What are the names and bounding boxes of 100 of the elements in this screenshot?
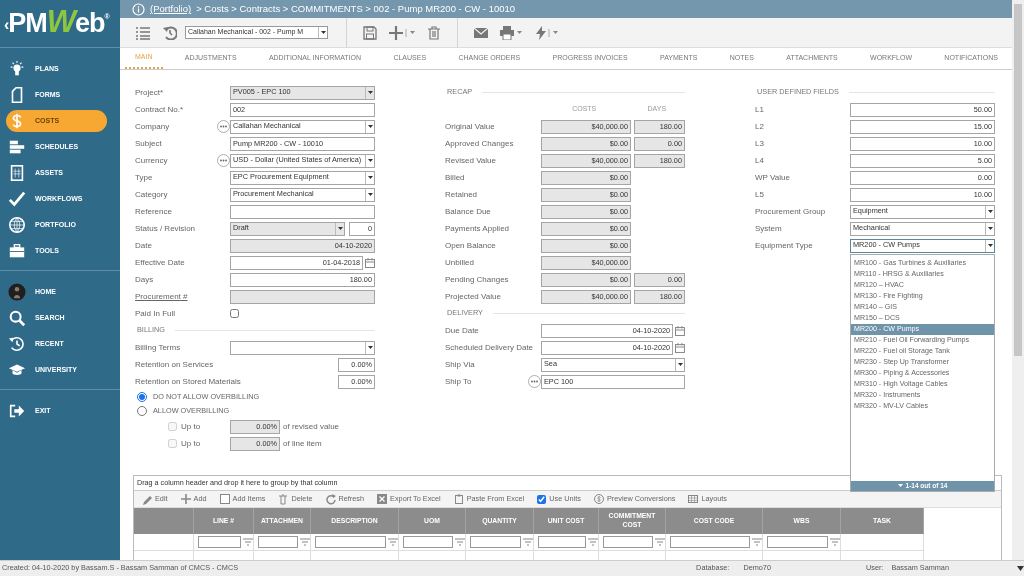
more-button[interactable] xyxy=(217,120,230,133)
history-icon[interactable] xyxy=(163,25,177,40)
refresh-icon xyxy=(325,493,336,505)
field-label: Contract No.* xyxy=(135,104,185,115)
field-label: Equipment Type xyxy=(755,240,814,251)
scroll-down-icon[interactable] xyxy=(1017,566,1024,571)
filter-icon[interactable] xyxy=(752,538,762,546)
scrollbar-thumb[interactable] xyxy=(1014,4,1022,356)
caret-icon xyxy=(677,363,683,366)
field-label: Currency xyxy=(135,155,169,166)
trash-icon xyxy=(278,493,289,505)
caret-icon xyxy=(367,176,373,179)
header-cell xyxy=(134,508,194,534)
field-label: Original Value xyxy=(445,121,496,132)
checkbox[interactable] xyxy=(537,494,547,504)
caret-icon xyxy=(410,31,415,34)
bars-icon xyxy=(8,138,26,156)
field-suffix: of revised value xyxy=(283,421,340,432)
lightning-icon[interactable] xyxy=(534,25,550,40)
filter-field[interactable] xyxy=(538,536,586,548)
history-icon xyxy=(8,335,26,353)
field-label: Paid In Full xyxy=(135,308,177,319)
field-label: Retained xyxy=(445,189,479,200)
text-field[interactable] xyxy=(230,204,375,219)
more-button[interactable] xyxy=(528,375,541,388)
field-label: Revised Value xyxy=(445,155,497,166)
logo[interactable]: ‹PMWeb$^{®}$ xyxy=(4,3,112,44)
field-label: Pending Changes xyxy=(445,274,510,285)
field-label: Days xyxy=(135,274,155,285)
filter-field[interactable] xyxy=(470,536,521,548)
caret-icon xyxy=(337,227,343,230)
caret-icon xyxy=(367,346,373,349)
caret-icon xyxy=(367,125,373,128)
field-label: Company xyxy=(135,121,171,132)
checkbox-label: Up to xyxy=(181,438,201,449)
plus-icon xyxy=(180,493,191,505)
caret-icon xyxy=(987,210,993,213)
printer-icon[interactable] xyxy=(500,25,514,40)
list-icon[interactable] xyxy=(135,25,151,40)
plus-icon[interactable] xyxy=(389,25,407,40)
filter-icon[interactable] xyxy=(655,538,665,546)
scrollbar[interactable] xyxy=(1012,0,1024,560)
radio-button[interactable] xyxy=(137,406,147,416)
avatar-icon xyxy=(8,283,26,301)
filter-field[interactable] xyxy=(315,536,386,548)
info-icon[interactable] xyxy=(132,2,145,16)
filter-icon[interactable] xyxy=(388,538,398,546)
field-label: Retention on Services xyxy=(135,359,215,370)
exit-icon xyxy=(8,402,26,420)
field-label: L2 xyxy=(755,121,765,132)
checkbox[interactable] xyxy=(230,309,239,318)
filter-icon[interactable] xyxy=(523,538,533,546)
filter-field[interactable] xyxy=(603,536,653,548)
caret-icon xyxy=(987,244,993,247)
field-label: Ship To xyxy=(445,376,473,387)
field-label: Project* xyxy=(135,87,164,98)
field-label: L4 xyxy=(755,155,765,166)
field-label: Category xyxy=(135,189,169,200)
field-label: WP Value xyxy=(755,172,791,183)
pencil-icon xyxy=(142,493,152,505)
field-label: L1 xyxy=(755,104,765,115)
field-label: Billing Terms xyxy=(135,342,182,353)
field-label: Ship Via xyxy=(445,359,476,370)
field-label: Scheduled Delivery Date xyxy=(445,342,535,353)
filter-icon[interactable] xyxy=(455,538,465,546)
calendar-icon[interactable] xyxy=(365,257,375,268)
field-label: Payments Applied xyxy=(445,223,511,234)
dropdown-field[interactable] xyxy=(230,340,375,355)
more-button[interactable] xyxy=(217,154,230,167)
globe-icon xyxy=(8,216,26,234)
filter-field[interactable] xyxy=(198,536,241,548)
save-icon[interactable] xyxy=(363,25,377,40)
field-label: Balance Due xyxy=(445,206,492,217)
caret-icon xyxy=(897,484,903,487)
field-label: Effective Date xyxy=(135,257,186,268)
radio-button[interactable] xyxy=(137,392,147,402)
filter-icon[interactable] xyxy=(243,538,253,546)
filter-field[interactable] xyxy=(258,536,298,548)
field-label: L3 xyxy=(755,138,765,149)
field-label: Status / Revision xyxy=(135,223,197,234)
field-label: Procurement Group xyxy=(755,206,827,217)
field-label: Date xyxy=(135,240,153,251)
dollar-icon xyxy=(593,493,604,505)
trash-icon[interactable] xyxy=(427,25,441,40)
field-label: Due Date xyxy=(445,325,480,336)
caret-icon xyxy=(987,227,993,230)
filter-icon[interactable] xyxy=(300,538,310,546)
calendar-icon[interactable] xyxy=(675,342,685,353)
field-suffix: of line item xyxy=(283,438,322,449)
filter-field[interactable] xyxy=(403,536,453,548)
mail-icon[interactable] xyxy=(474,25,488,40)
field-label: Type xyxy=(135,172,154,183)
field-label: Approved Changes xyxy=(445,138,515,149)
field-label: Projected Value xyxy=(445,291,502,302)
filter-icon[interactable] xyxy=(588,538,598,546)
filter-field[interactable] xyxy=(767,536,828,548)
calendar-icon[interactable] xyxy=(675,325,685,336)
filter-field[interactable] xyxy=(670,536,750,548)
caret-icon xyxy=(320,31,326,34)
filter-icon[interactable] xyxy=(830,538,840,546)
